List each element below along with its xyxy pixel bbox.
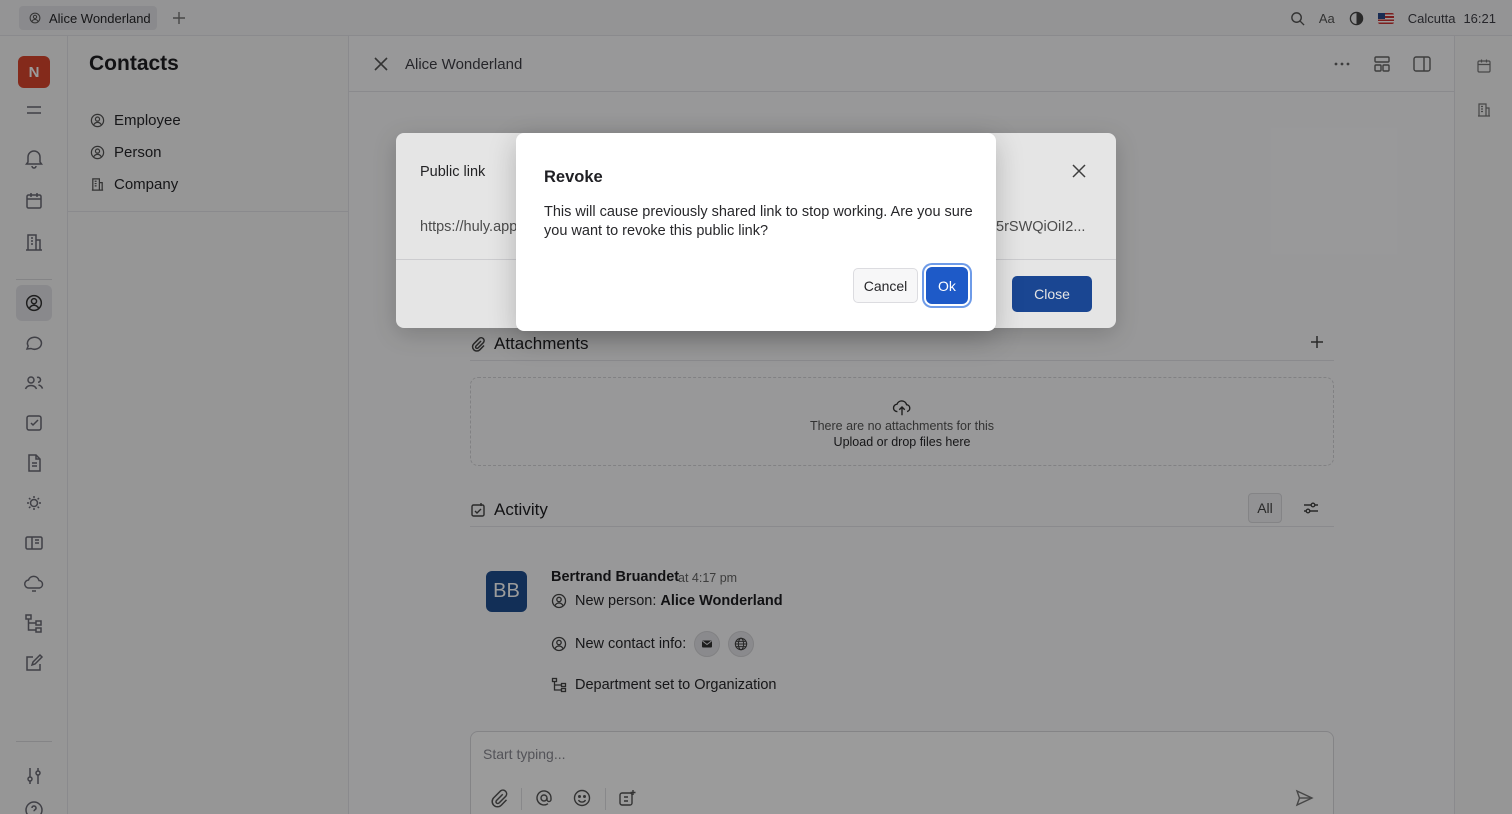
cancel-button[interactable]: Cancel [853,268,918,303]
revoke-dialog: Revoke This will cause previously shared… [516,133,996,331]
dialog-title: Revoke [544,168,603,186]
modal-backdrop-secondary[interactable] [0,0,1512,814]
ok-button[interactable]: Ok [926,267,968,304]
dialog-message: This will cause previously shared link t… [544,204,973,239]
